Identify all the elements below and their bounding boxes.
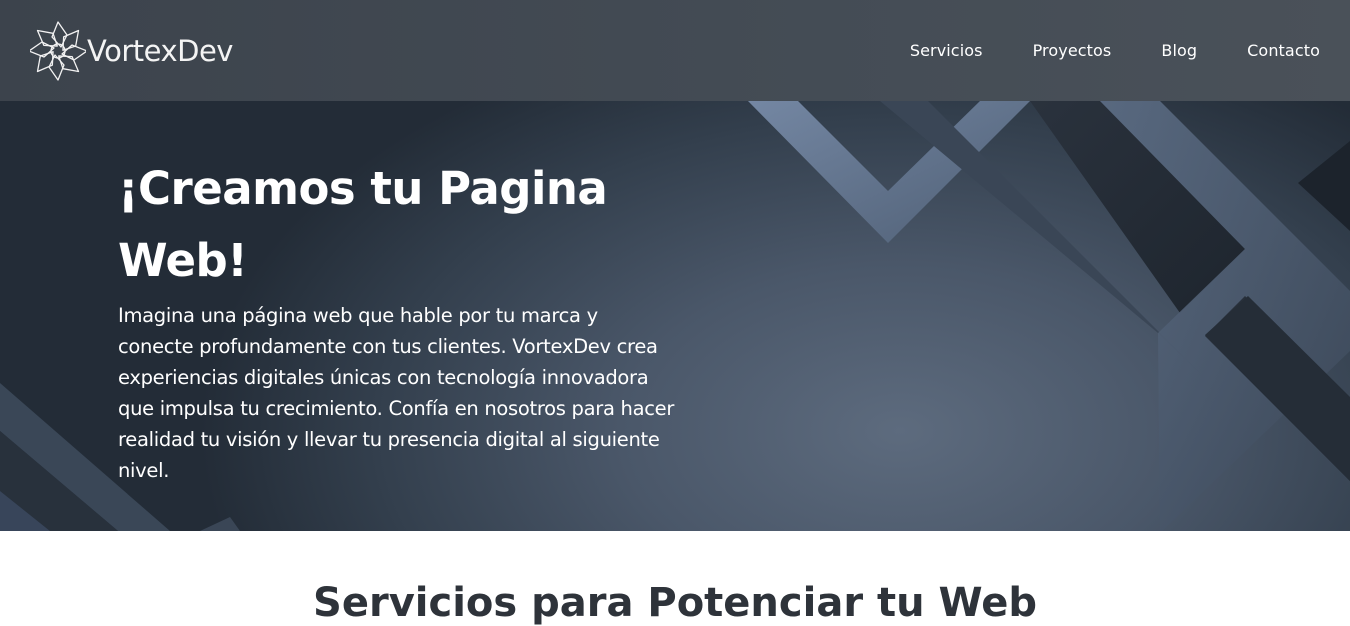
hero-content: ¡Creamos tu Pagina Web! Imagina una pági… — [118, 153, 678, 486]
nav-item-proyectos[interactable]: Proyectos — [1033, 41, 1112, 60]
site-header: VortexDev Servicios Proyectos Blog Conta… — [0, 0, 1350, 101]
vortex-logo-icon — [30, 20, 86, 81]
hero-section: ¡Creamos tu Pagina Web! Imagina una pági… — [0, 101, 1350, 531]
services-section-heading: Servicios para Potenciar tu Web — [313, 580, 1037, 626]
hero-description: Imagina una página web que hable por tu … — [118, 304, 675, 482]
hero-title: ¡Creamos tu Pagina Web! — [118, 162, 608, 287]
nav-item-servicios[interactable]: Servicios — [910, 41, 983, 60]
nav-item-blog[interactable]: Blog — [1161, 41, 1197, 60]
logo-text: VortexDev — [87, 34, 233, 68]
nav-item-contacto[interactable]: Contacto — [1247, 41, 1320, 60]
main-nav: Servicios Proyectos Blog Contacto — [860, 41, 1320, 60]
logo-link[interactable]: VortexDev — [30, 19, 233, 83]
